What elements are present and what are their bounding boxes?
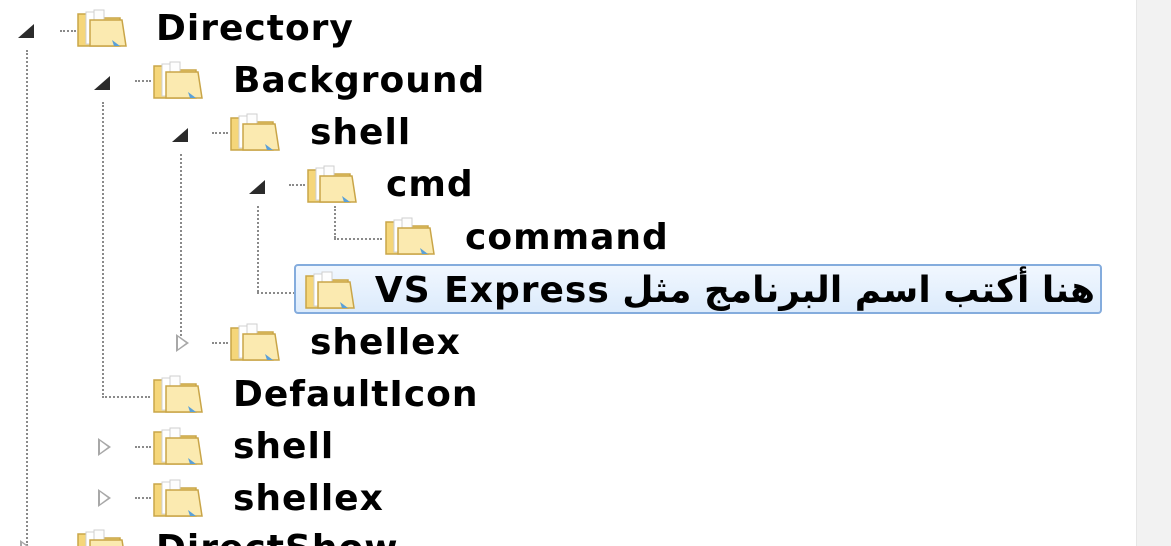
triangle-collapsed-icon[interactable]: [176, 334, 189, 352]
tree-node-label: Directory: [156, 8, 354, 49]
tree-line: [334, 238, 382, 240]
tree-node-label: shellex: [233, 478, 384, 519]
folder-icon: [229, 110, 281, 152]
tree-line: [135, 80, 151, 82]
folder-icon: [304, 268, 356, 310]
triangle-expanded-icon[interactable]: [94, 76, 110, 90]
scrollbar-gutter[interactable]: [1136, 0, 1171, 546]
tree-line: [102, 396, 150, 398]
tree-node-label: shell: [233, 426, 335, 467]
folder-icon: [152, 476, 204, 518]
triangle-collapsed-icon[interactable]: [20, 540, 33, 546]
tree-line: [135, 446, 151, 448]
folder-icon: [306, 162, 358, 204]
tree-line: [60, 30, 76, 32]
tree-node-label: هنا أكتب اسم البرنامج مثل VS Express: [374, 270, 1095, 311]
tree-node-label: Background: [233, 60, 486, 101]
triangle-collapsed-icon[interactable]: [98, 489, 111, 507]
tree-node-label: DefaultIcon: [233, 374, 479, 415]
folder-icon: [152, 58, 204, 100]
tree-node-label: DirectShow: [156, 528, 399, 546]
folder-icon: [229, 320, 281, 362]
folder-icon: [152, 372, 204, 414]
tree-node-label: command: [465, 217, 669, 258]
triangle-collapsed-icon[interactable]: [98, 438, 111, 456]
folder-icon: [152, 424, 204, 466]
tree-line: [212, 132, 228, 134]
triangle-expanded-icon[interactable]: [18, 24, 34, 38]
registry-tree-panel: Directory Background shell cmd command ه…: [0, 0, 1136, 546]
tree-line: [102, 102, 104, 398]
tree-line: [257, 206, 259, 292]
tree-node-label: shellex: [310, 322, 461, 363]
tree-line: [180, 154, 182, 344]
folder-icon: [384, 214, 436, 256]
folder-icon: [76, 6, 128, 48]
tree-node-label: shell: [310, 112, 412, 153]
triangle-expanded-icon[interactable]: [172, 128, 188, 142]
tree-line: [334, 206, 336, 238]
folder-icon: [76, 526, 128, 546]
tree-node-label: cmd: [386, 164, 474, 205]
tree-line: [26, 50, 28, 546]
tree-line: [212, 342, 228, 344]
triangle-expanded-icon[interactable]: [249, 180, 265, 194]
tree-line: [289, 184, 305, 186]
tree-line: [135, 497, 151, 499]
